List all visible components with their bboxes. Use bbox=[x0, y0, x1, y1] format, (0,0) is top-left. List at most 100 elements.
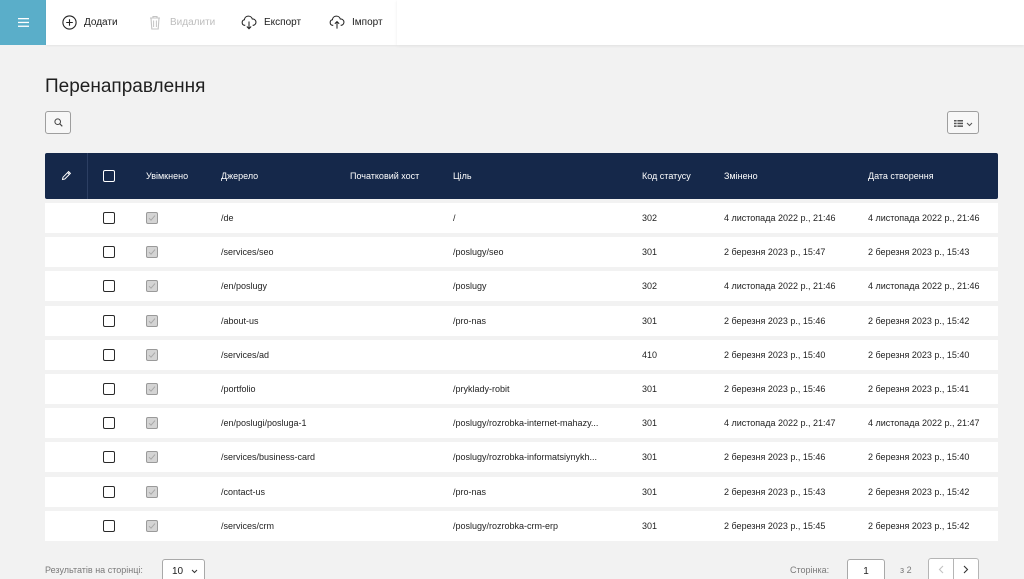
header-modified[interactable]: Змінено bbox=[724, 153, 758, 199]
row-select-cell bbox=[103, 477, 115, 507]
delete-button[interactable]: Видалити bbox=[147, 0, 215, 45]
chevron-down-icon bbox=[966, 114, 973, 132]
row-created: 2 березня 2023 р., 15:40 bbox=[868, 349, 970, 360]
row-status-code: 410 bbox=[642, 349, 658, 360]
header-enabled[interactable]: Увімкнено bbox=[146, 153, 188, 199]
row-select-cell bbox=[103, 374, 115, 404]
row-target: /poslugy bbox=[453, 281, 487, 292]
row-target: /poslugy/rozrobka-crm-erp bbox=[453, 520, 559, 531]
row-status-code: 301 bbox=[642, 247, 658, 258]
prev-page-button[interactable] bbox=[928, 558, 954, 579]
table-row[interactable]: /contact-us/pro-nas 301 2 березня 2023 р.,… bbox=[45, 476, 998, 507]
edit-column-header[interactable] bbox=[45, 153, 88, 199]
row-enabled-cell bbox=[146, 374, 158, 404]
table-row[interactable]: /services/seo/poslugy/seo 301 2 березня 20… bbox=[45, 237, 998, 268]
row-modified: 4 листопада 2022 р., 21:46 bbox=[724, 281, 836, 292]
row-created: 4 листопада 2022 р., 21:46 bbox=[868, 281, 980, 292]
import-button[interactable]: Імпорт bbox=[329, 0, 383, 45]
results-per-page-label: Результатів на сторінці: bbox=[45, 565, 143, 575]
header-status-code[interactable]: Код статусу bbox=[642, 153, 691, 199]
row-source: /services/business-card bbox=[221, 452, 316, 463]
search-button[interactable] bbox=[45, 111, 71, 134]
row-enabled-cell bbox=[146, 203, 158, 233]
row-source: /de bbox=[221, 213, 234, 223]
chevron-left-icon bbox=[938, 561, 944, 579]
row-select-cell bbox=[103, 442, 115, 472]
cloud-download-icon bbox=[241, 15, 257, 31]
row-source: /en/poslugy bbox=[221, 281, 268, 292]
toolbar-actions: Додати Видалити Експорт Імпорт bbox=[46, 0, 397, 45]
table-row[interactable]: /services/business-card/poslugy/rozrobka… bbox=[45, 442, 998, 473]
row-select-checkbox[interactable] bbox=[103, 348, 115, 361]
row-status-code: 301 bbox=[642, 486, 658, 497]
table-row[interactable]: /en/poslugy/poslugy 302 4 листопада 2022 р… bbox=[45, 271, 998, 302]
next-page-button[interactable] bbox=[953, 558, 979, 579]
row-source: /services/ad bbox=[221, 349, 270, 360]
row-select-cell bbox=[103, 237, 115, 267]
header-target[interactable]: Ціль bbox=[453, 153, 472, 199]
toolbar: Додати Видалити Експорт Імпорт bbox=[0, 0, 1024, 45]
delete-button-label: Видалити bbox=[170, 17, 216, 28]
enabled-checkbox bbox=[146, 451, 158, 464]
row-select-checkbox[interactable] bbox=[103, 246, 115, 259]
row-status-code: 301 bbox=[642, 520, 658, 531]
header-created[interactable]: Дата створення bbox=[868, 153, 934, 199]
page-title: Перенаправлення bbox=[45, 76, 206, 97]
menu-button[interactable] bbox=[0, 0, 46, 45]
cloud-upload-icon bbox=[329, 15, 345, 31]
table-row[interactable]: /services/ad 410 2 березня 2023 р., 15:40 2… bbox=[45, 339, 998, 370]
row-select-cell bbox=[103, 306, 115, 336]
pencil-icon bbox=[61, 170, 72, 183]
row-created: 2 березня 2023 р., 15:40 bbox=[868, 452, 970, 463]
plus-circle-icon bbox=[61, 15, 77, 31]
select-all-checkbox[interactable] bbox=[103, 170, 115, 182]
row-modified: 2 березня 2023 р., 15:45 bbox=[724, 520, 826, 531]
row-created: 2 березня 2023 р., 15:42 bbox=[868, 486, 970, 497]
row-modified: 2 березня 2023 р., 15:46 bbox=[724, 315, 826, 326]
row-modified: 2 березня 2023 р., 15:46 bbox=[724, 384, 826, 394]
table-row[interactable]: /portfolio/pryklady-robit 301 2 березня 20… bbox=[45, 374, 998, 404]
row-status-code: 302 bbox=[642, 213, 658, 223]
enabled-checkbox bbox=[146, 348, 158, 361]
row-enabled-cell bbox=[146, 340, 158, 370]
row-select-checkbox[interactable] bbox=[103, 519, 115, 532]
enabled-checkbox bbox=[146, 485, 158, 498]
row-enabled-cell bbox=[146, 237, 158, 267]
add-button[interactable]: Додати bbox=[61, 0, 118, 45]
row-select-checkbox[interactable] bbox=[103, 451, 115, 464]
row-select-cell bbox=[103, 511, 115, 541]
table-row[interactable]: /about-us/pro-nas 301 2 березня 2023 р., 1… bbox=[45, 305, 998, 336]
row-target: /pryklady-robit bbox=[453, 384, 510, 394]
enabled-checkbox bbox=[146, 383, 158, 395]
row-modified: 4 листопада 2022 р., 21:46 bbox=[724, 213, 836, 223]
row-enabled-cell bbox=[146, 511, 158, 541]
row-select-checkbox[interactable] bbox=[103, 383, 115, 395]
header-source[interactable]: Джерело bbox=[221, 153, 258, 199]
total-pages-label: з 2 bbox=[900, 565, 912, 575]
row-select-checkbox[interactable] bbox=[103, 314, 115, 327]
row-select-checkbox[interactable] bbox=[103, 417, 115, 430]
row-select-checkbox[interactable] bbox=[103, 485, 115, 498]
trash-icon bbox=[147, 15, 163, 31]
row-enabled-cell bbox=[146, 477, 158, 507]
table-row[interactable]: /services/crm/poslugy/rozrobka-crm-erp 30… bbox=[45, 510, 998, 541]
row-select-checkbox[interactable] bbox=[103, 280, 115, 293]
chevron-right-icon bbox=[963, 561, 969, 579]
row-enabled-cell bbox=[146, 271, 158, 301]
columns-button[interactable] bbox=[947, 111, 979, 134]
enabled-checkbox bbox=[146, 519, 158, 532]
table-row[interactable]: /de / 302 4 листопада 2022 р., 21:46 4 листо… bbox=[45, 203, 998, 233]
chevron-down-icon bbox=[191, 566, 198, 577]
export-button[interactable]: Експорт bbox=[241, 0, 301, 45]
row-created: 2 березня 2023 р., 15:42 bbox=[868, 520, 970, 531]
row-target: /poslugy/rozrobka-informatsiynykh... bbox=[453, 452, 598, 463]
page-number-input[interactable] bbox=[847, 559, 885, 579]
row-status-code: 301 bbox=[642, 384, 658, 394]
table-row[interactable]: /en/poslugi/posluga-1/poslugy/rozrobka-i… bbox=[45, 408, 998, 439]
header-origin-host[interactable]: Початковий хост bbox=[350, 153, 419, 199]
enabled-checkbox bbox=[146, 212, 158, 224]
row-modified: 2 березня 2023 р., 15:40 bbox=[724, 349, 826, 360]
per-page-select[interactable]: 10 bbox=[162, 559, 205, 579]
row-select-checkbox[interactable] bbox=[103, 212, 115, 224]
enabled-checkbox bbox=[146, 417, 158, 430]
